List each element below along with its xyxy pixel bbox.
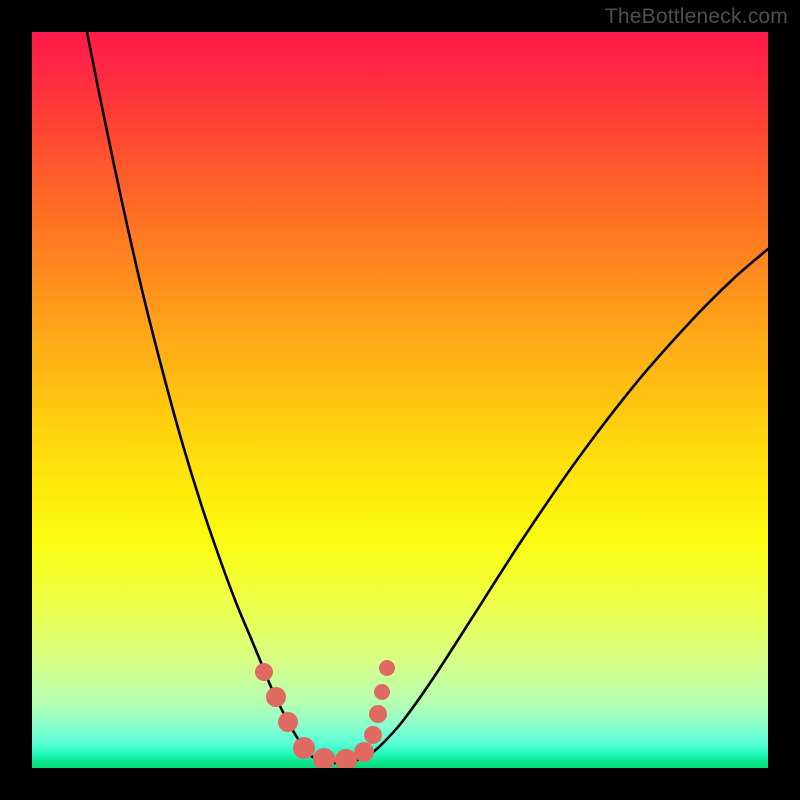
plot-area bbox=[32, 32, 768, 768]
chart-frame: TheBottleneck.com bbox=[0, 0, 800, 800]
chart-svg bbox=[32, 32, 768, 768]
marker-dot bbox=[278, 712, 298, 732]
watermark-text: TheBottleneck.com bbox=[605, 5, 788, 29]
marker-dot bbox=[335, 749, 357, 768]
marker-dot bbox=[354, 742, 374, 762]
marker-dot bbox=[266, 687, 286, 707]
marker-dot bbox=[369, 705, 387, 723]
curve-line bbox=[87, 32, 768, 763]
marker-dot bbox=[379, 660, 395, 676]
marker-dot bbox=[374, 684, 390, 700]
marker-dot bbox=[313, 748, 335, 768]
marker-dot bbox=[364, 726, 382, 744]
marker-dot bbox=[255, 663, 273, 681]
marker-dot bbox=[293, 737, 315, 759]
